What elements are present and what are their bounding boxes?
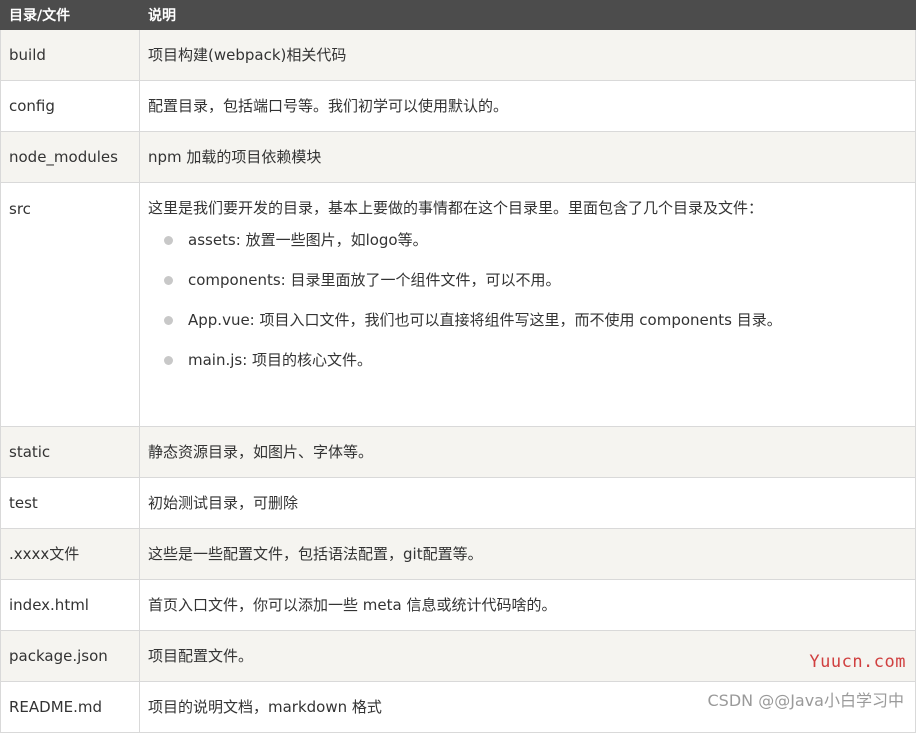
row-name: .xxxx文件 bbox=[0, 528, 140, 580]
list-item: App.vue: 项目入口文件，我们也可以直接将组件写这里，而不使用 compo… bbox=[164, 309, 915, 349]
table-row: index.html 首页入口文件，你可以添加一些 meta 信息或统计代码啥的… bbox=[0, 579, 916, 631]
table-row: static 静态资源目录，如图片、字体等。 bbox=[0, 426, 916, 478]
table-row: package.json 项目配置文件。 bbox=[0, 630, 916, 682]
table-row: .xxxx文件 这些是一些配置文件，包括语法配置，git配置等。 bbox=[0, 528, 916, 580]
row-desc: 这里是我们要开发的目录，基本上要做的事情都在这个目录里。里面包含了几个目录及文件… bbox=[139, 182, 916, 427]
row-name: build bbox=[0, 29, 140, 81]
list-item: components: 目录里面放了一个组件文件，可以不用。 bbox=[164, 269, 915, 309]
list-item-text: assets: 放置一些图片，如logo等。 bbox=[188, 231, 428, 249]
src-intro: 这里是我们要开发的目录，基本上要做的事情都在这个目录里。里面包含了几个目录及文件… bbox=[148, 199, 764, 217]
row-desc: 静态资源目录，如图片、字体等。 bbox=[139, 426, 916, 478]
table-row: config 配置目录，包括端口号等。我们初学可以使用默认的。 bbox=[0, 80, 916, 132]
table-row: test 初始测试目录，可删除 bbox=[0, 477, 916, 529]
row-desc: 初始测试目录，可删除 bbox=[139, 477, 916, 529]
directory-table: 目录/文件 说明 build 项目构建(webpack)相关代码 config … bbox=[0, 0, 916, 733]
src-item-list: assets: 放置一些图片，如logo等。 components: 目录里面放… bbox=[148, 229, 915, 389]
row-desc: 项目构建(webpack)相关代码 bbox=[139, 29, 916, 81]
csdn-watermark: CSDN @@Java小白学习中 bbox=[707, 691, 904, 710]
row-name: node_modules bbox=[0, 131, 140, 183]
row-desc: npm 加载的项目依赖模块 bbox=[139, 131, 916, 183]
bullet-icon bbox=[164, 316, 173, 325]
row-name: src bbox=[0, 182, 140, 427]
row-name: test bbox=[0, 477, 140, 529]
header-desc: 说明 bbox=[139, 0, 916, 30]
list-item: main.js: 项目的核心文件。 bbox=[164, 349, 915, 389]
row-desc: 首页入口文件，你可以添加一些 meta 信息或统计代码啥的。 bbox=[139, 579, 916, 631]
site-watermark: Yuucn.com bbox=[809, 652, 906, 672]
list-item: assets: 放置一些图片，如logo等。 bbox=[164, 229, 915, 269]
header-name: 目录/文件 bbox=[0, 0, 140, 30]
row-name: index.html bbox=[0, 579, 140, 631]
row-name: package.json bbox=[0, 630, 140, 682]
bullet-icon bbox=[164, 276, 173, 285]
row-name: README.md bbox=[0, 681, 140, 733]
bullet-icon bbox=[164, 356, 173, 365]
table-row: build 项目构建(webpack)相关代码 bbox=[0, 29, 916, 81]
header-row: 目录/文件 说明 bbox=[0, 0, 916, 30]
row-name: config bbox=[0, 80, 140, 132]
row-desc: 这些是一些配置文件，包括语法配置，git配置等。 bbox=[139, 528, 916, 580]
table-row: src 这里是我们要开发的目录，基本上要做的事情都在这个目录里。里面包含了几个目… bbox=[0, 182, 916, 427]
list-item-text: main.js: 项目的核心文件。 bbox=[188, 351, 373, 369]
table-row: node_modules npm 加载的项目依赖模块 bbox=[0, 131, 916, 183]
bullet-icon bbox=[164, 236, 173, 245]
row-name: static bbox=[0, 426, 140, 478]
row-desc: 项目配置文件。 bbox=[139, 630, 916, 682]
row-desc: 配置目录，包括端口号等。我们初学可以使用默认的。 bbox=[139, 80, 916, 132]
list-item-text: App.vue: 项目入口文件，我们也可以直接将组件写这里，而不使用 compo… bbox=[188, 311, 782, 329]
list-item-text: components: 目录里面放了一个组件文件，可以不用。 bbox=[188, 271, 561, 289]
